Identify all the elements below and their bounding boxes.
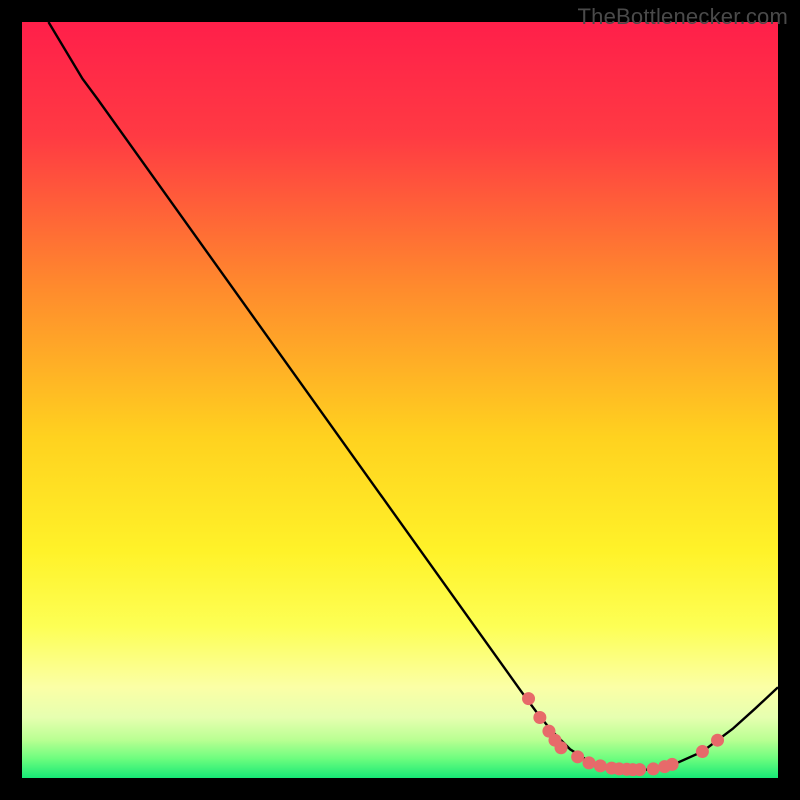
- data-marker: [633, 763, 646, 776]
- data-marker: [666, 758, 679, 771]
- gradient-background: [22, 22, 778, 778]
- chart-frame: [22, 22, 778, 778]
- data-marker: [594, 759, 607, 772]
- data-marker: [571, 750, 584, 763]
- bottleneck-chart: [22, 22, 778, 778]
- data-marker: [533, 711, 546, 724]
- data-marker: [696, 745, 709, 758]
- data-marker: [711, 734, 724, 747]
- data-marker: [583, 756, 596, 769]
- data-marker: [647, 762, 660, 775]
- watermark-text: TheBottlenecker.com: [578, 4, 788, 30]
- data-marker: [522, 692, 535, 705]
- data-marker: [555, 741, 568, 754]
